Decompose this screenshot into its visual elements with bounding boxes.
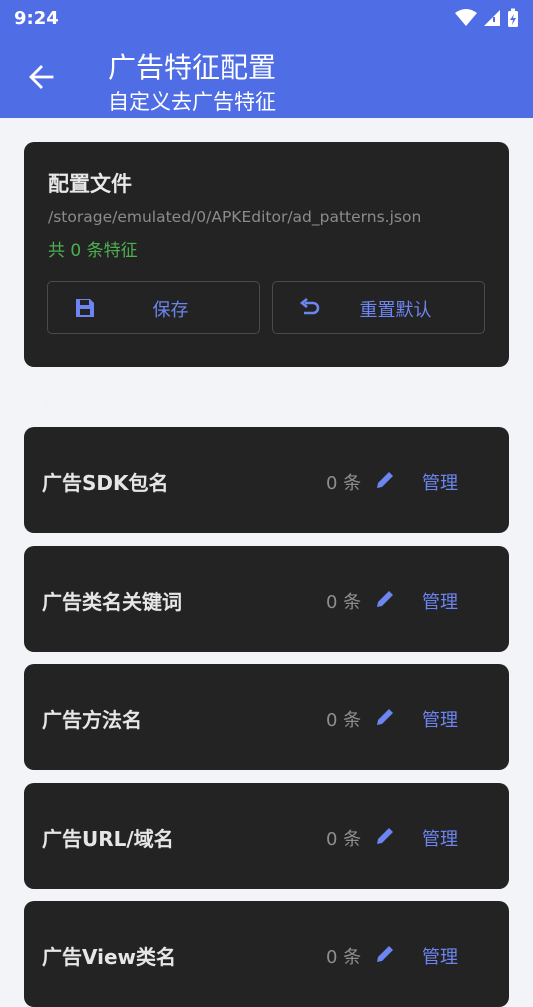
section-title: 广告特征分类 [24,392,139,414]
back-arrow-icon[interactable] [28,64,54,90]
category-count: 0 条 [326,710,362,731]
config-path: /storage/emulated/0/APKEditor/ad_pattern… [48,208,422,226]
category-card[interactable]: 广告SDK包名 0 条 管理 [24,427,509,533]
manage-button[interactable]: 管理 [422,943,458,969]
edit-pencil-icon[interactable] [374,588,396,610]
save-label: 保存 [152,300,189,320]
reset-label: 重置默认 [359,300,432,320]
category-card[interactable]: 广告方法名 0 条 管理 [24,664,509,770]
category-name: 广告方法名 [42,708,142,732]
wifi-icon [455,9,477,26]
manage-button[interactable]: 管理 [422,469,458,495]
category-card[interactable]: 广告View类名 0 条 管理 [24,901,509,1007]
save-button[interactable]: 保存 [47,281,260,334]
pattern-count: 共 0 条特征 [48,241,138,261]
config-title: 配置文件 [48,172,132,196]
category-card[interactable]: 广告类名关键词 0 条 管理 [24,546,509,652]
category-name: 广告类名关键词 [42,590,182,614]
system-icons [455,8,519,28]
page-subtitle: 自定义去广告特征 [108,90,276,114]
category-name: 广告View类名 [42,945,177,969]
signal-icon [484,10,500,26]
manage-button[interactable]: 管理 [422,825,458,851]
manage-button[interactable]: 管理 [422,588,458,614]
category-card[interactable]: 广告URL/域名 0 条 管理 [24,783,509,889]
category-name: 广告URL/域名 [42,827,174,851]
page-title: 广告特征配置 [108,51,277,84]
edit-pencil-icon[interactable] [374,706,396,728]
status-bar: 9:24 [0,0,533,36]
config-file-card: 配置文件 /storage/emulated/0/APKEditor/ad_pa… [24,142,509,367]
category-count: 0 条 [326,829,362,850]
reset-default-button[interactable]: 重置默认 [272,281,485,334]
category-name: 广告SDK包名 [42,471,169,495]
category-count: 0 条 [326,473,362,494]
manage-button[interactable]: 管理 [422,706,458,732]
category-count: 0 条 [326,592,362,613]
category-count: 0 条 [326,947,362,968]
edit-pencil-icon[interactable] [374,943,396,965]
status-time: 9:24 [14,7,59,29]
battery-charging-icon [508,8,518,27]
edit-pencil-icon[interactable] [374,469,396,491]
edit-pencil-icon[interactable] [374,825,396,847]
app-bar: 广告特征配置 自定义去广告特征 [0,36,533,118]
